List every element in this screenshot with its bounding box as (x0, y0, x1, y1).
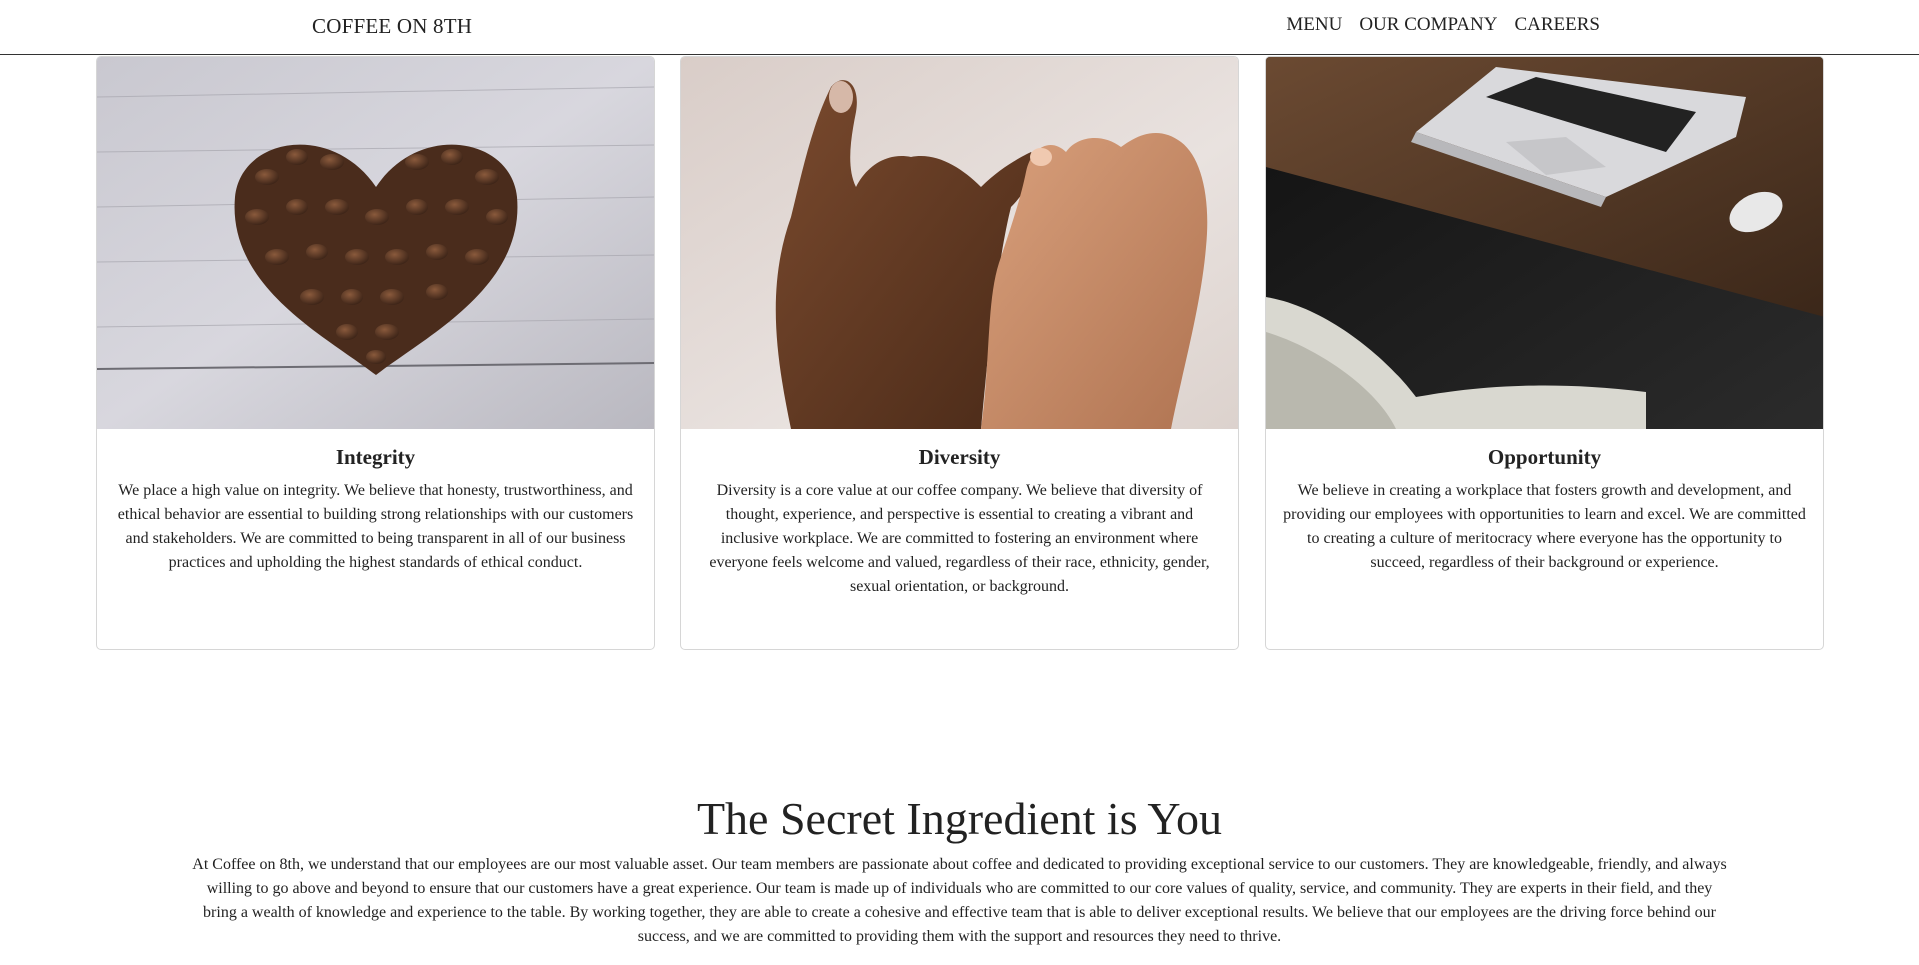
card-opportunity: Opportunity We believe in creating a wor… (1265, 56, 1824, 650)
laptop-desk-chair-image (1266, 57, 1823, 429)
section-text: At Coffee on 8th, we understand that our… (192, 856, 1727, 945)
navbar: COFFEE ON 8TH MENU OUR COMPANY CAREERS (0, 0, 1919, 55)
card-title-diversity: Diversity (918, 445, 1001, 469)
nav-link-our-company[interactable]: OUR COMPANY (1359, 14, 1497, 36)
card-title-integrity: Integrity (335, 445, 416, 469)
values-cards: Integrity We place a high value on integ… (96, 56, 1824, 651)
nav-links: MENU OUR COMPANY CAREERS (1286, 14, 1600, 36)
card-integrity: Integrity We place a high value on integ… (96, 56, 655, 650)
nav-link-menu[interactable]: MENU (1286, 14, 1342, 36)
nav-link-careers[interactable]: CAREERS (1514, 14, 1600, 36)
pinky-promise-hands-image (681, 57, 1238, 429)
section-title: The Secret Ingredient is You (696, 793, 1223, 844)
card-text-diversity: Diversity is a core value at our coffee … (709, 482, 1210, 595)
card-diversity: Diversity Diversity is a core value at o… (680, 56, 1239, 650)
card-text-opportunity: We believe in creating a workplace that … (1283, 482, 1806, 571)
brand-logo[interactable]: COFFEE ON 8TH (312, 14, 472, 39)
card-title-opportunity: Opportunity (1487, 445, 1602, 469)
coffee-beans-heart-image (97, 57, 654, 429)
card-text-integrity: We place a high value on integrity. We b… (117, 482, 634, 571)
